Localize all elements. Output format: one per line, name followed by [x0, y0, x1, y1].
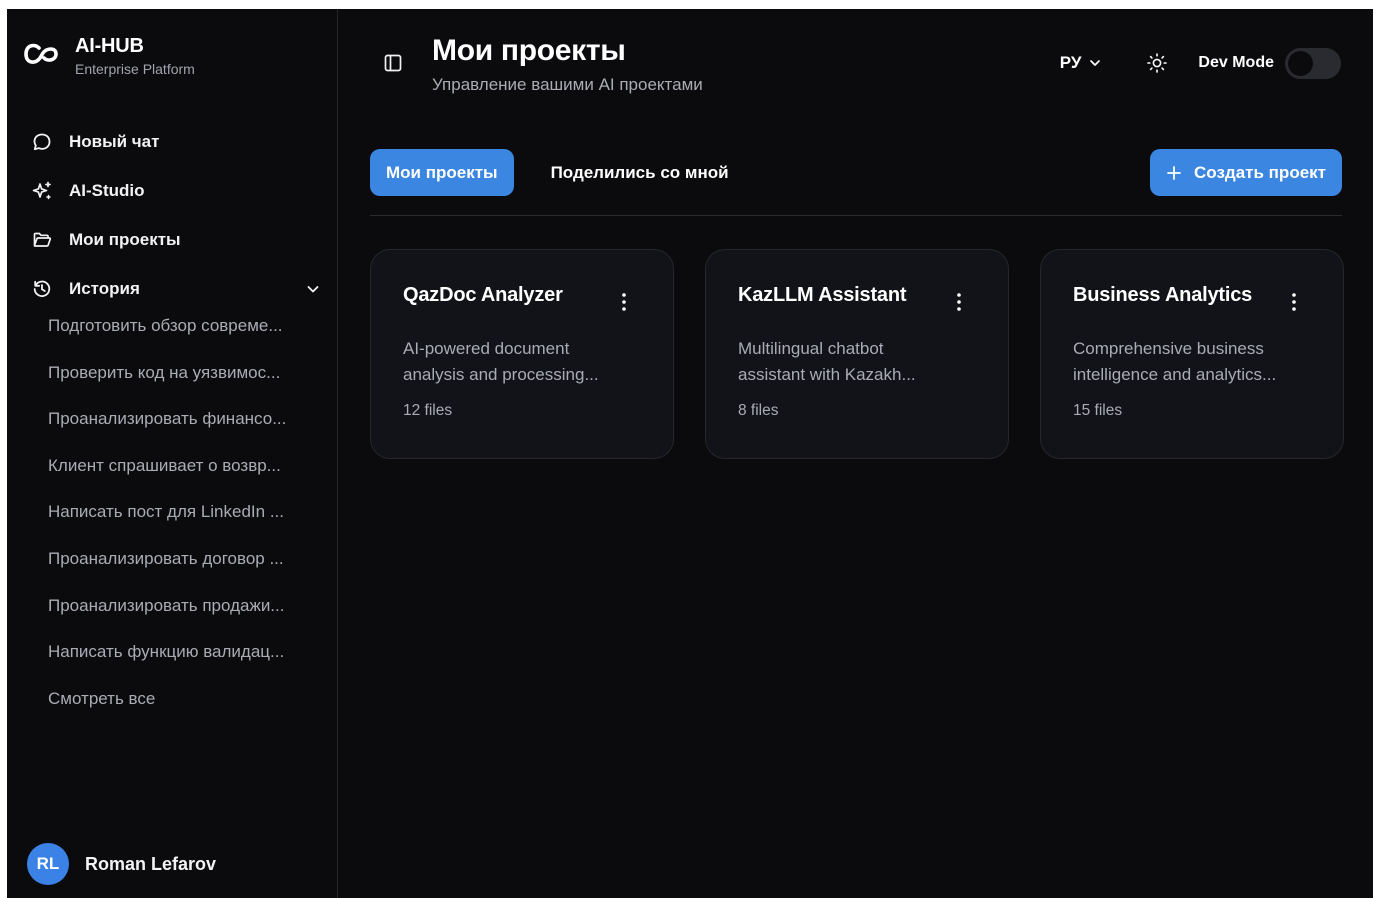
- language-selector[interactable]: РУ: [1060, 53, 1103, 73]
- chevron-down-icon[interactable]: [305, 281, 321, 297]
- history-icon: [31, 278, 53, 300]
- project-file-count: 8 files: [738, 402, 779, 419]
- project-file-count: 15 files: [1073, 402, 1123, 419]
- language-label: РУ: [1059, 53, 1082, 72]
- history-item[interactable]: Написать функцию валидац...: [48, 637, 318, 684]
- sidebar-item-history[interactable]: История: [31, 264, 321, 313]
- page-subtitle: Управление вашими AI проектами: [432, 75, 703, 94]
- project-description-line: Multilingual chatbot: [738, 339, 884, 358]
- brand-title: AI-HUB: [75, 35, 144, 57]
- sidebar: AI-HUB Enterprise Platform Новый чат AI-…: [7, 9, 338, 898]
- avatar: RL: [27, 843, 69, 885]
- sidebar-toggle-icon[interactable]: [383, 53, 403, 73]
- project-description: AI-powered document analysis and process…: [403, 336, 635, 388]
- project-description-line: analysis and processing...: [403, 365, 599, 384]
- main-content: Мои проекты Управление вашими AI проекта…: [338, 9, 1373, 898]
- dev-mode-label: Dev Mode: [1198, 54, 1274, 71]
- sidebar-item-new-chat[interactable]: Новый чат: [31, 117, 321, 166]
- chat-bubble-icon: [31, 131, 53, 153]
- user-name: Roman Lefarov: [85, 853, 217, 874]
- more-vertical-icon[interactable]: [950, 292, 968, 312]
- divider: [370, 215, 1342, 216]
- user-profile[interactable]: RL Roman Lefarov: [27, 843, 216, 885]
- sidebar-nav: Новый чат AI-Studio Мои проекты История: [31, 117, 321, 313]
- sidebar-item-my-projects[interactable]: Мои проекты: [31, 215, 321, 264]
- history-item[interactable]: Проверить код на уязвимос...: [48, 358, 318, 405]
- project-tabs: Мои проекты Поделились со мной: [370, 149, 745, 196]
- project-grid: QazDoc Analyzer AI-powered document anal…: [370, 249, 1344, 459]
- page-title: Мои проекты: [432, 34, 626, 67]
- project-card[interactable]: Business Analytics Comprehensive busines…: [1040, 249, 1344, 459]
- brand-subtitle: Enterprise Platform: [75, 61, 195, 77]
- more-vertical-icon[interactable]: [615, 292, 633, 312]
- project-title: QazDoc Analyzer: [403, 284, 563, 306]
- project-title: Business Analytics: [1073, 284, 1253, 306]
- history-item[interactable]: Проанализировать продажи...: [48, 591, 318, 638]
- history-item[interactable]: Проанализировать договор ...: [48, 544, 318, 591]
- tab-shared-with-me[interactable]: Поделились со мной: [535, 149, 745, 196]
- history-item[interactable]: Написать пост для LinkedIn ...: [48, 497, 318, 544]
- history-item[interactable]: Проанализировать финансо...: [48, 404, 318, 451]
- project-title: KazLLM Assistant: [738, 284, 907, 306]
- folder-open-icon: [31, 229, 53, 251]
- more-vertical-icon[interactable]: [1285, 292, 1303, 312]
- toggle-knob: [1288, 50, 1313, 76]
- sidebar-item-label: История: [69, 278, 140, 298]
- project-card[interactable]: QazDoc Analyzer AI-powered document anal…: [370, 249, 674, 459]
- chevron-down-icon: [1090, 60, 1101, 66]
- brand[interactable]: AI-HUB Enterprise Platform: [22, 35, 195, 77]
- sun-icon[interactable]: [1146, 52, 1168, 74]
- plus-icon: [1167, 165, 1181, 180]
- project-file-count: 12 files: [403, 402, 453, 419]
- history-list: Подготовить обзор совреме... Проверить к…: [48, 311, 318, 730]
- history-item[interactable]: Подготовить обзор совреме...: [48, 311, 318, 358]
- app-window: AI-HUB Enterprise Platform Новый чат AI-…: [7, 9, 1373, 898]
- project-card[interactable]: KazLLM Assistant Multilingual chatbot as…: [705, 249, 1009, 459]
- dev-mode-toggle[interactable]: [1285, 47, 1341, 79]
- sidebar-item-label: AI-Studio: [69, 180, 145, 200]
- create-project-label: Создать проект: [1194, 162, 1326, 182]
- infinity-logo-icon: [24, 43, 58, 64]
- project-description-line: Comprehensive business: [1073, 339, 1264, 358]
- project-description: Comprehensive business intelligence and …: [1073, 336, 1305, 388]
- see-all-link[interactable]: Смотреть все: [48, 684, 318, 731]
- project-description-line: AI-powered document: [403, 339, 570, 358]
- project-description-line: assistant with Kazakh...: [738, 365, 916, 384]
- header-controls: РУ Dev Mode: [1060, 47, 1341, 79]
- sidebar-item-ai-studio[interactable]: AI-Studio: [31, 166, 321, 215]
- sparkles-icon: [31, 180, 53, 202]
- project-description: Multilingual chatbot assistant with Kaza…: [738, 336, 970, 388]
- sidebar-item-label: Новый чат: [69, 131, 160, 151]
- history-item[interactable]: Клиент спрашивает о возвр...: [48, 451, 318, 498]
- create-project-button[interactable]: Создать проект: [1150, 149, 1342, 196]
- sidebar-item-label: Мои проекты: [69, 229, 181, 249]
- tab-my-projects[interactable]: Мои проекты: [370, 149, 514, 196]
- project-description-line: intelligence and analytics...: [1073, 365, 1277, 384]
